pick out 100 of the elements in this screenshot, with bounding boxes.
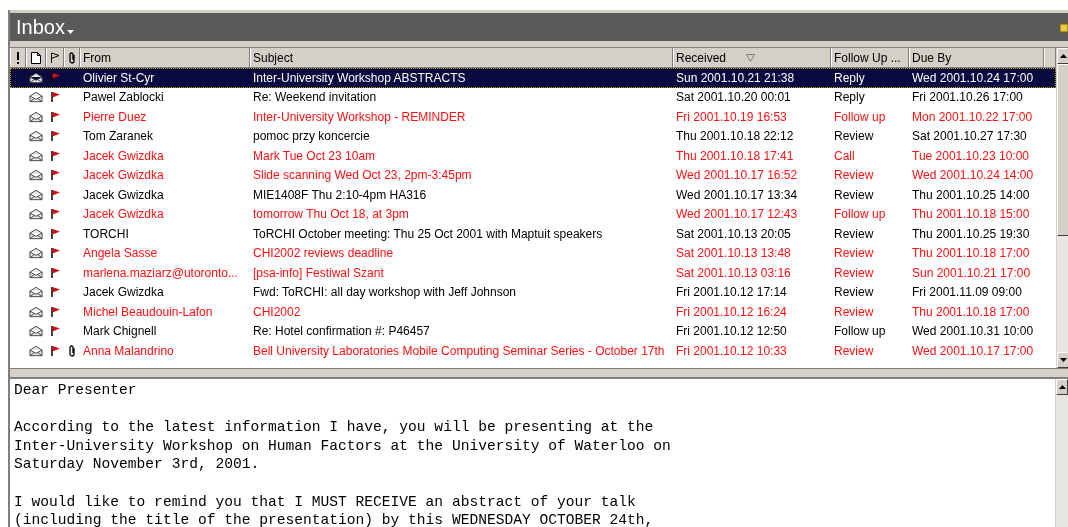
scrollbar[interactable] — [1056, 48, 1068, 368]
envelope-icon — [29, 91, 43, 104]
due-date: Wed 2001.10.17 17:00 — [912, 343, 1034, 358]
follow-up-label: Review — [834, 343, 874, 358]
message-text-line: Inter-University Workshop on Human Factors at the University of Waterloo on — [14, 436, 672, 456]
column-header[interactable]: Subject — [250, 48, 673, 67]
folder-title[interactable]: Inbox — [16, 15, 74, 39]
follow-up-label: Follow up — [834, 109, 886, 124]
envelope-icon — [29, 325, 43, 338]
subject: Slide scanning Wed Oct 23, 2pm-3:45pm — [253, 168, 472, 183]
received-date: Sat 2001.10.13 13:48 — [676, 246, 791, 261]
sender: Pawel Zablocki — [83, 90, 164, 105]
subject: Re: Weekend invitation — [253, 90, 377, 105]
caret-icon — [66, 29, 74, 34]
message-text-line: Saturday November 3rd, 2001. — [14, 455, 261, 474]
folder-icon[interactable] — [1060, 21, 1068, 33]
message-text-line: Dear Presenter — [14, 381, 138, 400]
flag-icon — [49, 227, 61, 240]
envelope-icon — [29, 227, 43, 240]
sender: Michel Beaudouin-Lafon — [83, 304, 213, 319]
flag-icon — [49, 149, 61, 162]
due-date: Thu 2001.10.18 15:00 — [912, 207, 1030, 222]
subject: Bell University Laboratories Mobile Computing Seminar Series - October 17th — [253, 343, 665, 358]
due-date: Thu 2001.10.25 14:00 — [912, 187, 1030, 202]
received-date: Fri 2001.10.12 12:50 — [676, 324, 787, 339]
follow-up-label: Review — [834, 304, 874, 319]
column-header[interactable]: From — [80, 48, 250, 67]
envelope-icon — [29, 188, 43, 201]
flag-icon — [49, 208, 61, 221]
page-icon — [31, 51, 41, 64]
column-header[interactable] — [46, 48, 64, 67]
due-date: Thu 2001.10.18 17:00 — [912, 246, 1030, 261]
follow-up-label: Follow up — [834, 207, 886, 222]
message-text-line: According to the latest information I have, you will be presenting at the — [14, 418, 655, 437]
flag-icon — [49, 247, 61, 260]
received-date: Fri 2001.10.12 16:24 — [676, 304, 787, 319]
column-header[interactable] — [10, 48, 26, 67]
message-text-line: I would like to remind you that I MUST RECEIVE an abstract of your talk — [14, 492, 637, 512]
flag-icon — [49, 305, 61, 318]
due-date: Thu 2001.10.18 17:00 — [912, 304, 1030, 319]
column-header[interactable] — [64, 48, 80, 67]
follow-up-label: Call — [834, 148, 855, 163]
follow-up-label: Review — [834, 246, 874, 261]
received-date: Wed 2001.10.17 13:34 — [676, 187, 798, 202]
flag-icon — [49, 110, 61, 123]
paperclip-icon — [68, 51, 76, 64]
subject: pomoc przy koncercie — [253, 129, 370, 144]
flag-icon — [49, 91, 61, 104]
subject: MIE1408F Thu 2:10-4pm HA316 — [253, 187, 427, 202]
subject: [psa-info] Festiwal Szant — [253, 265, 384, 280]
subject: Re: Hotel confirmation #: P46457 — [253, 324, 430, 339]
scrollbar[interactable] — [1055, 379, 1068, 527]
envelope-icon — [29, 149, 43, 162]
message-row[interactable]: Olivier St-Cyr Inter-University Workshop ABSTRACTS Sun 2001.10.21 21:38 Reply Wed 2001.10.24 17:00 — [10, 68, 1056, 88]
envelope-icon — [29, 169, 43, 182]
paperclip-icon — [68, 344, 76, 357]
sender: Pierre Duez — [83, 109, 147, 124]
sender: marlena.maziarz@utoronto... — [83, 265, 238, 280]
envelope-icon — [29, 208, 43, 221]
sender: Jacek Gwizdka — [83, 168, 164, 183]
follow-up-label: Review — [834, 168, 874, 183]
received-date: Sun 2001.10.21 21:38 — [676, 70, 795, 85]
received-date: Fri 2001.10.19 16:53 — [676, 109, 787, 124]
follow-up-label: Reply — [834, 70, 865, 85]
subject: CHI2002 reviews deadline — [253, 246, 394, 261]
envelope-icon — [29, 71, 43, 84]
sender: TORCHI — [83, 226, 129, 241]
received-date: Fri 2001.10.12 17:14 — [676, 285, 787, 300]
follow-up-label: Review — [834, 129, 874, 144]
column-header[interactable] — [26, 48, 46, 67]
flag-icon — [49, 286, 61, 299]
follow-up-label: Review — [834, 226, 874, 241]
flag-outline-icon — [50, 51, 60, 64]
message-text-line: (including the title of the presentation) by this WEDNESDAY OCTOBER 24th, — [14, 511, 655, 527]
follow-up-label: Review — [834, 265, 874, 280]
due-date: Thu 2001.10.25 19:30 — [912, 226, 1030, 241]
due-date: Sun 2001.10.21 17:00 — [912, 265, 1031, 280]
due-date: Wed 2001.10.24 14:00 — [912, 168, 1034, 183]
envelope-icon — [29, 305, 43, 318]
sender: Jacek Gwizdka — [83, 148, 164, 163]
received-date: Wed 2001.10.17 12:43 — [676, 207, 798, 222]
subject: Inter-University Workshop - REMINDER — [253, 109, 466, 124]
received-date: Thu 2001.10.18 17:41 — [676, 148, 794, 163]
subject: CHI2002 — [253, 304, 301, 319]
follow-up-label: Reply — [834, 90, 865, 105]
flag-icon — [49, 71, 61, 84]
up-arrow-icon — [1058, 385, 1066, 389]
received-date: Sat 2001.10.13 20:05 — [676, 226, 791, 241]
flag-icon — [49, 169, 61, 182]
follow-up-label: Review — [834, 187, 874, 202]
subject: tomorrow Thu Oct 18, at 3pm — [253, 207, 409, 222]
sender: Jacek Gwizdka — [83, 187, 164, 202]
subject: Fwd: ToRCHI: all day workshop with Jeff Johnson — [253, 285, 516, 300]
envelope-icon — [29, 266, 43, 279]
flag-icon — [49, 130, 61, 143]
subject: ToRCHI October meeting: Thu 25 Oct 2001 with Maptuit speakers — [253, 226, 603, 241]
column-header[interactable]: Follow Up ... — [831, 48, 909, 67]
column-header[interactable]: Due By — [909, 48, 1044, 67]
due-date: Tue 2001.10.23 10:00 — [912, 148, 1029, 163]
column-header[interactable]: Received — [673, 48, 831, 67]
